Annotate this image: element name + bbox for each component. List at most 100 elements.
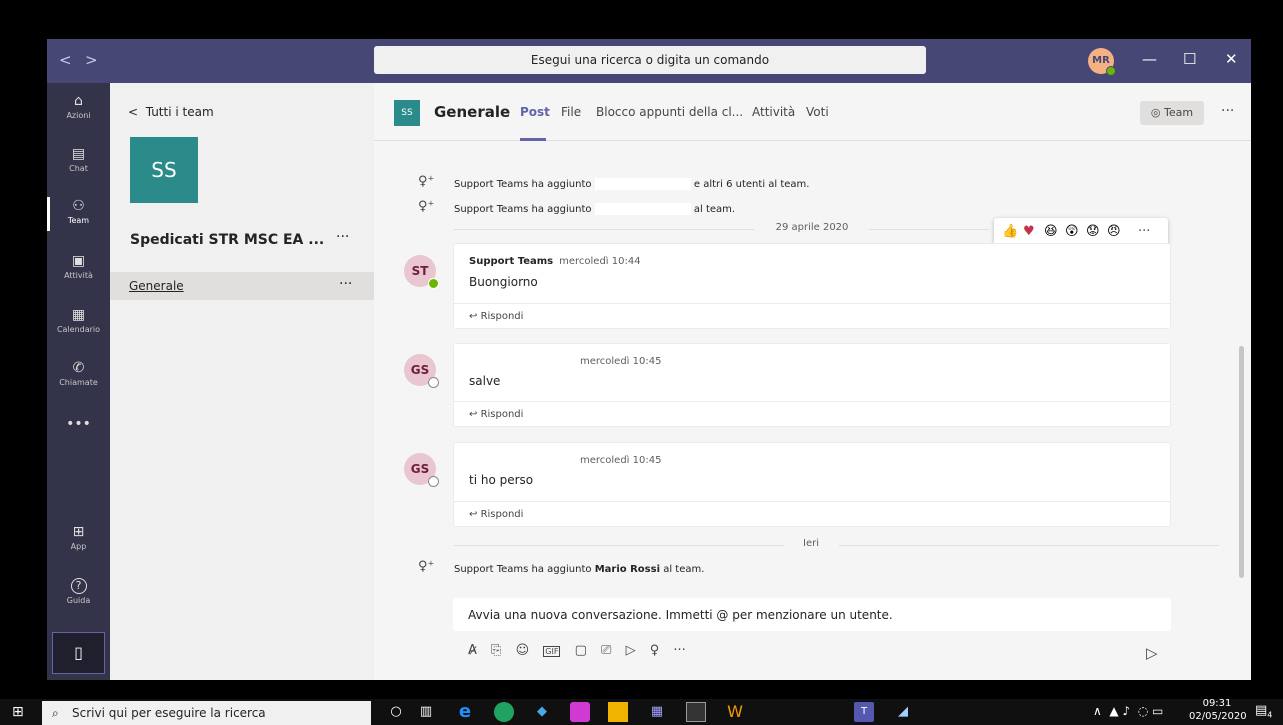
message-more-button[interactable]: ··· (1138, 224, 1150, 239)
sticker-icon[interactable]: ▢ (575, 643, 587, 658)
message-time: mercoledì 10:45 (580, 356, 662, 367)
chat-icon: ▤ (71, 146, 86, 162)
maximize-button[interactable]: ☐ (1183, 50, 1196, 68)
cortana-icon[interactable]: ○ (386, 702, 406, 722)
app-icon[interactable]: ▦ (647, 702, 667, 722)
app-icon[interactable]: ◆ (532, 702, 552, 722)
help-icon: ? (70, 578, 87, 594)
avatar[interactable]: ST (404, 255, 439, 289)
channel-title: Generale (434, 103, 511, 121)
bell-icon: ⌂ (74, 93, 83, 109)
stream-icon[interactable]: ▷ (626, 643, 636, 658)
reply-icon: ↩ (469, 409, 481, 420)
compose-placeholder: Avvia una nuova conversazione. Immetti @… (468, 608, 893, 622)
app-icon[interactable]: ◢ (893, 702, 913, 722)
minimize-button[interactable]: — (1142, 50, 1157, 68)
angry-reaction-icon[interactable]: 😠 (1107, 224, 1121, 239)
divider (454, 545, 784, 546)
system-tray[interactable]: ∧ ▲ ♪ ◌ ▭ (1093, 704, 1163, 718)
appbar-item-attivita[interactable]: ▣ Attività (47, 253, 110, 280)
appbar-item-chiamate[interactable]: ✆ Chiamate (47, 360, 110, 387)
windows-search-placeholder: Scrivi qui per eseguire la ricerca (72, 706, 266, 720)
heart-reaction-icon[interactable]: ♥ (1023, 224, 1035, 239)
tab-file[interactable]: File (561, 105, 581, 119)
format-icon[interactable]: A̷ (468, 643, 477, 658)
system-message: Support Teams ha aggiunto Mario Rossi al… (454, 564, 704, 575)
appbar-item-app[interactable]: ⊞ App (47, 524, 110, 551)
appbar-item-chat[interactable]: ▤ Chat (47, 146, 110, 173)
app-icon[interactable] (570, 702, 590, 722)
reply-button[interactable]: ↩ Rispondi (454, 401, 1170, 426)
notification-icon[interactable]: ▤4 (1255, 703, 1272, 720)
divider (839, 545, 1219, 546)
team-more-button[interactable]: ··· (336, 229, 349, 245)
close-button[interactable]: ✕ (1225, 50, 1238, 68)
laugh-reaction-icon[interactable]: 😆 (1044, 224, 1058, 239)
reply-button[interactable]: ↩ Rispondi (454, 303, 1170, 328)
redacted-name (594, 203, 691, 215)
team-button[interactable]: ◎ Team (1140, 101, 1204, 125)
more-icon[interactable]: ··· (673, 643, 685, 658)
compose-input[interactable]: Avvia una nuova conversazione. Immetti @… (453, 598, 1171, 631)
surprised-reaction-icon[interactable]: 😲 (1065, 224, 1079, 239)
appbar-item-guida[interactable]: ? Guida (47, 578, 110, 605)
reply-button[interactable]: ↩ Rispondi (454, 501, 1170, 526)
tab-attivita[interactable]: Attività (752, 105, 795, 119)
windows-search-input[interactable]: ⌕ Scrivi qui per eseguire la ricerca (42, 701, 371, 725)
presence-available-icon (1106, 66, 1116, 76)
scrollbar[interactable] (1239, 346, 1244, 578)
channel-item-generale[interactable]: Generale ··· (110, 272, 374, 300)
chevron-left-icon: < (128, 105, 146, 119)
meet-icon[interactable]: ⎚ (601, 643, 611, 658)
send-icon[interactable]: ▷ (1146, 644, 1158, 662)
date-separator: 29 aprile 2020 (775, 222, 849, 233)
appbar-item-team[interactable]: ⚇ Team (47, 198, 110, 225)
avatar-initials: MR (1092, 55, 1110, 66)
redacted-name (594, 178, 691, 190)
reply-icon: ↩ (469, 311, 481, 322)
attach-icon[interactable]: ⎘ (491, 643, 501, 658)
avatar[interactable]: GS (404, 453, 439, 487)
reply-label: Rispondi (480, 409, 524, 420)
add-user-icon: ♀⁺ (418, 199, 435, 214)
mobile-icon[interactable]: ▯ (52, 632, 105, 674)
back-arrow-icon[interactable]: < (59, 51, 72, 69)
avatar[interactable]: GS (404, 354, 439, 388)
teams-icon[interactable]: T (854, 702, 874, 722)
appbar-item-more[interactable]: ••• (47, 416, 110, 434)
chrome-icon[interactable] (494, 702, 514, 722)
date-separator: Ieri (803, 538, 819, 549)
system-text: Support Teams ha aggiunto (454, 564, 592, 575)
file-explorer-icon[interactable] (608, 702, 628, 722)
sad-reaction-icon[interactable]: 😟 (1086, 224, 1100, 239)
gif-icon[interactable]: GIF (543, 646, 561, 657)
team-avatar: SS (130, 137, 198, 203)
edge-icon[interactable]: e (455, 702, 475, 722)
tab-voti[interactable]: Voti (806, 105, 829, 119)
avatar-initials: GS (410, 363, 430, 377)
user-avatar[interactable]: MR (1088, 48, 1116, 76)
message-card: mercoledì 10:45 salve ↩ Rispondi (453, 343, 1171, 427)
wps-icon[interactable]: W (725, 702, 745, 722)
appbar-item-calendario[interactable]: ▦ Calendario (47, 307, 110, 334)
search-input[interactable]: Esegui una ricerca o digita un comando (374, 46, 926, 74)
clock-time[interactable]: 09:31 (1189, 698, 1245, 709)
task-view-icon[interactable]: ▥ (416, 702, 436, 722)
system-text: e altri 6 utenti al team. (693, 179, 810, 190)
tab-post[interactable]: Post (520, 105, 550, 119)
emoji-icon[interactable]: ☺ (516, 643, 530, 658)
terminal-icon[interactable] (686, 702, 706, 722)
tab-blocco-appunti[interactable]: Blocco appunti della cl... (596, 105, 743, 119)
appbar-item-azioni[interactable]: ⌂ Azioni (47, 93, 110, 120)
windows-start-icon[interactable]: ⊞ (12, 704, 24, 720)
channel-more-button[interactable]: ··· (339, 276, 352, 292)
clock-date[interactable]: 02/05/2020 (1189, 711, 1247, 722)
team-name: Spedicati STR MSC EA ... (130, 232, 325, 248)
appbar-label: App (70, 542, 87, 551)
like-reaction-icon[interactable]: 👍 (1002, 224, 1018, 239)
header-more-button[interactable]: ··· (1221, 103, 1234, 119)
praise-icon[interactable]: ♀ (650, 643, 660, 658)
phone-icon: ✆ (72, 360, 85, 376)
forward-arrow-icon[interactable]: > (85, 51, 98, 69)
all-teams-link[interactable]: < Tutti i team (128, 105, 214, 119)
